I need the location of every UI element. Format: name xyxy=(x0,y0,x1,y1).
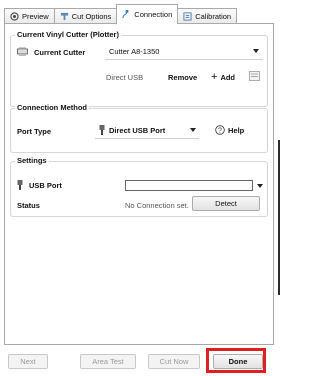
detect-label: Detect xyxy=(215,199,237,208)
cut-now-button[interactable]: Cut Now xyxy=(148,354,200,369)
status-label: Status xyxy=(17,201,40,210)
current-cutter-label: Current Cutter xyxy=(34,47,86,57)
connection-method-group-title: Connection Method xyxy=(15,103,89,112)
connection-type-text: Direct USB xyxy=(106,73,144,82)
usb-port-label: USB Port xyxy=(29,180,62,190)
preview-icon xyxy=(10,12,19,21)
cut-now-label: Cut Now xyxy=(159,357,189,366)
cutter-panel: Preview Cut Options Connection Calibrati… xyxy=(2,0,274,376)
add-cutter-button[interactable]: + Add xyxy=(211,71,236,83)
tab-cut-options[interactable]: Cut Options xyxy=(53,8,118,24)
tab-calibration[interactable]: Calibration xyxy=(177,8,238,24)
next-button[interactable]: Next xyxy=(8,354,48,369)
current-cutter-select[interactable]: Cutter A8-1350 xyxy=(105,44,263,58)
tab-preview[interactable]: Preview xyxy=(4,8,55,24)
current-cutter-value: Cutter A8-1350 xyxy=(109,46,160,56)
plus-icon: + xyxy=(211,71,218,83)
divider xyxy=(95,138,199,139)
area-test-label: Area Test xyxy=(92,357,124,366)
settings-group: Settings USB Port Status No Connection s… xyxy=(10,156,268,217)
chevron-down-icon xyxy=(190,128,196,132)
cut-options-icon xyxy=(60,12,68,21)
status-value: No Connection set. xyxy=(125,201,189,210)
chevron-down-icon xyxy=(253,49,259,53)
help-button[interactable]: ? Help xyxy=(215,125,244,135)
chevron-down-icon[interactable] xyxy=(257,184,263,188)
help-icon: ? xyxy=(215,125,225,135)
port-type-select[interactable]: Direct USB Port xyxy=(95,123,199,137)
window-edge-bar xyxy=(278,140,280,295)
current-cutter-group: Current Vinyl Cutter (Plotter) Current C… xyxy=(10,30,268,107)
usb-port-select[interactable] xyxy=(125,180,253,191)
connection-tab-content: Current Vinyl Cutter (Plotter) Current C… xyxy=(4,23,274,345)
tab-connection[interactable]: Connection xyxy=(116,4,179,24)
help-label: Help xyxy=(228,125,245,135)
usb-port-row: USB Port xyxy=(17,180,62,190)
area-test-button[interactable]: Area Test xyxy=(80,354,136,369)
tab-cut-options-label: Cut Options xyxy=(71,12,112,21)
done-highlight-box xyxy=(206,348,266,373)
divider xyxy=(105,59,263,60)
connection-icon xyxy=(122,10,129,19)
properties-icon[interactable] xyxy=(249,71,260,81)
current-cutter-group-title: Current Vinyl Cutter (Plotter) xyxy=(15,30,121,39)
next-label: Next xyxy=(20,357,36,366)
svg-text:?: ? xyxy=(218,128,222,135)
settings-group-title: Settings xyxy=(15,156,49,165)
tab-calibration-label: Calibration xyxy=(195,12,232,21)
usb-plug-icon xyxy=(99,125,105,135)
connection-method-group: Connection Method Port Type Direct USB P… xyxy=(10,103,268,153)
remove-cutter-link[interactable]: Remove xyxy=(168,73,197,82)
window-edge xyxy=(274,0,283,376)
tab-connection-label: Connection xyxy=(134,10,173,19)
cutter-icon xyxy=(17,47,28,56)
port-type-label: Port Type xyxy=(17,127,52,136)
tab-strip: Preview Cut Options Connection Calibrati… xyxy=(4,4,238,24)
detect-button[interactable]: Detect xyxy=(192,196,260,211)
current-cutter-row: Current Cutter xyxy=(17,47,85,57)
port-type-value: Direct USB Port xyxy=(109,125,166,135)
usb-plug-icon xyxy=(17,180,23,190)
add-cutter-label: Add xyxy=(220,72,236,82)
tab-preview-label: Preview xyxy=(22,12,49,21)
calibration-icon xyxy=(183,12,192,21)
